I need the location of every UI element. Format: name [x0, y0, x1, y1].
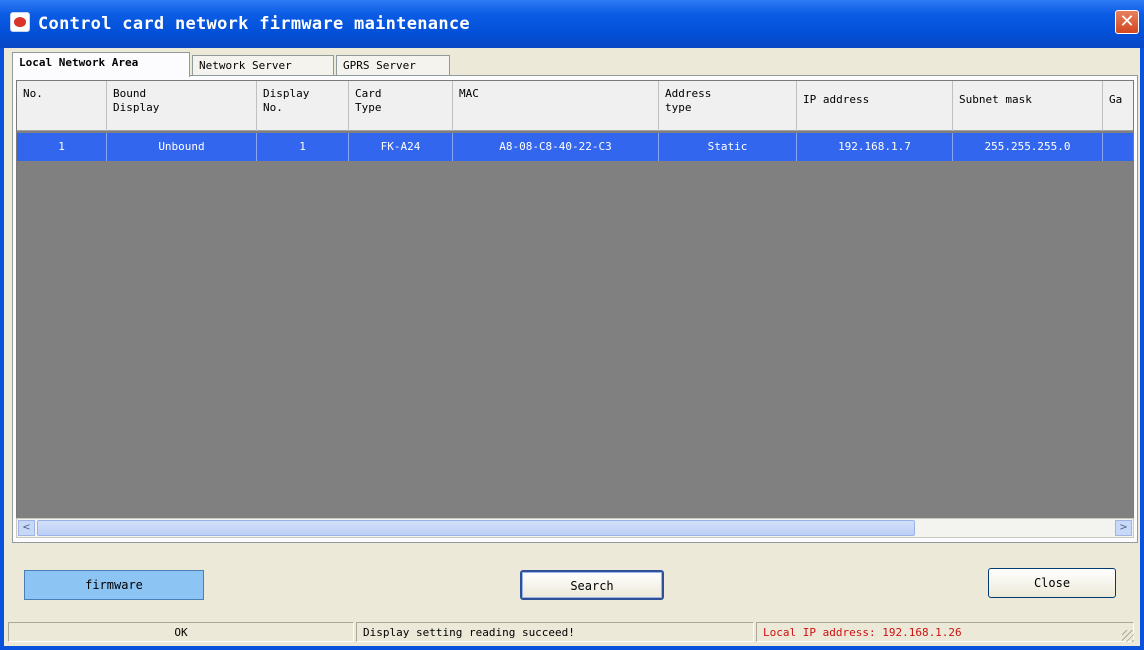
cell-ip-address: 192.168.1.7 [797, 133, 953, 161]
column-header-no[interactable]: No. [17, 81, 107, 131]
tab-local-network-area[interactable]: Local Network Area [12, 52, 190, 77]
status-message: Display setting reading succeed! [356, 622, 754, 642]
close-window-button[interactable]: ✕ [1115, 10, 1139, 34]
table-header: No. Bound Display Display No. Card Type … [17, 81, 1133, 131]
horizontal-scrollbar[interactable]: < > [16, 518, 1134, 538]
cell-card-type: FK-A24 [349, 133, 453, 161]
column-header-ip-address[interactable]: IP address [797, 81, 953, 131]
device-table[interactable]: No. Bound Display Display No. Card Type … [16, 80, 1134, 538]
scroll-thumb[interactable] [37, 520, 915, 536]
cell-gateway [1103, 133, 1133, 161]
column-header-gateway[interactable]: Ga [1103, 81, 1133, 131]
cell-subnet-mask: 255.255.255.0 [953, 133, 1103, 161]
window-title: Control card network firmware maintenanc… [38, 14, 470, 34]
status-local-ip: Local IP address: 192.168.1.26 [756, 622, 1134, 642]
cell-mac: A8-08-C8-40-22-C3 [453, 133, 659, 161]
client-area: Local Network Area Network Server GPRS S… [4, 48, 1140, 646]
title-bar[interactable]: Control card network firmware maintenanc… [0, 0, 1144, 48]
firmware-button[interactable]: firmware [24, 570, 204, 600]
scroll-right-arrow-icon[interactable]: > [1115, 520, 1132, 536]
column-header-display-no[interactable]: Display No. [257, 81, 349, 131]
status-bar: OK Display setting reading succeed! Loca… [8, 620, 1136, 644]
column-header-bound-display[interactable]: Bound Display [107, 81, 257, 131]
column-header-card-type[interactable]: Card Type [349, 81, 453, 131]
close-button[interactable]: Close [988, 568, 1116, 598]
resize-grip-icon[interactable] [1122, 630, 1134, 642]
column-header-address-type[interactable]: Address type [659, 81, 797, 131]
column-header-mac[interactable]: MAC [453, 81, 659, 131]
cell-display-no: 1 [257, 133, 349, 161]
tab-network-server[interactable]: Network Server [192, 55, 334, 76]
cell-bound-display: Unbound [107, 133, 257, 161]
app-window: Control card network firmware maintenanc… [0, 0, 1144, 650]
app-icon [10, 12, 30, 32]
search-button[interactable]: Search [520, 570, 664, 600]
column-header-subnet-mask[interactable]: Subnet mask [953, 81, 1103, 131]
cell-no: 1 [17, 133, 107, 161]
scroll-left-arrow-icon[interactable]: < [18, 520, 35, 536]
table-row[interactable]: 1 Unbound 1 FK-A24 A8-08-C8-40-22-C3 Sta… [17, 133, 1133, 161]
status-state: OK [8, 622, 354, 642]
tab-gprs-server[interactable]: GPRS Server [336, 55, 450, 76]
cell-address-type: Static [659, 133, 797, 161]
